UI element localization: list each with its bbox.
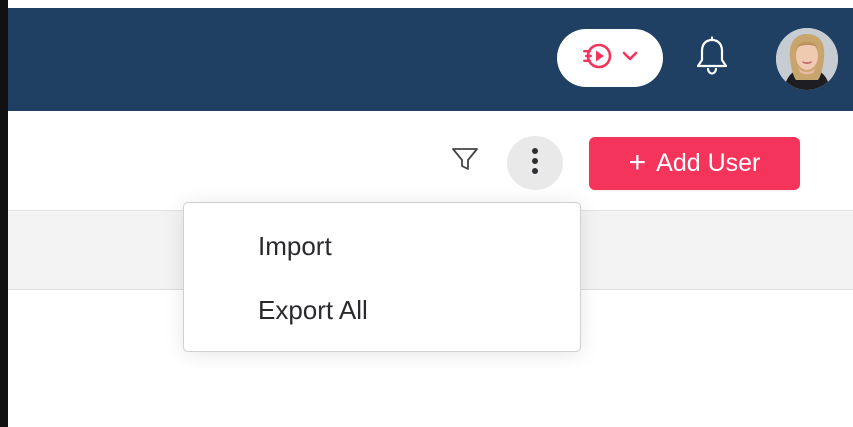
window-frame-edge — [0, 0, 8, 427]
product-switcher-button[interactable] — [557, 29, 663, 87]
filter-icon — [451, 146, 479, 177]
more-options-button[interactable] — [507, 136, 563, 190]
plus-icon: + — [628, 145, 647, 179]
user-avatar[interactable] — [776, 28, 838, 90]
chevron-down-icon — [622, 49, 638, 67]
menu-item-export-all[interactable]: Export All — [258, 295, 368, 326]
add-user-label: Add User — [656, 149, 761, 177]
more-options-menu: Import Export All — [183, 202, 581, 352]
product-play-icon — [582, 40, 614, 77]
bell-icon — [695, 35, 729, 81]
add-user-button[interactable]: + Add User — [589, 137, 800, 190]
notifications-button[interactable] — [690, 35, 734, 81]
menu-item-import[interactable]: Import — [258, 231, 332, 262]
filter-button[interactable] — [447, 145, 483, 177]
vertical-ellipsis-icon — [531, 147, 539, 180]
app-header — [8, 8, 853, 111]
